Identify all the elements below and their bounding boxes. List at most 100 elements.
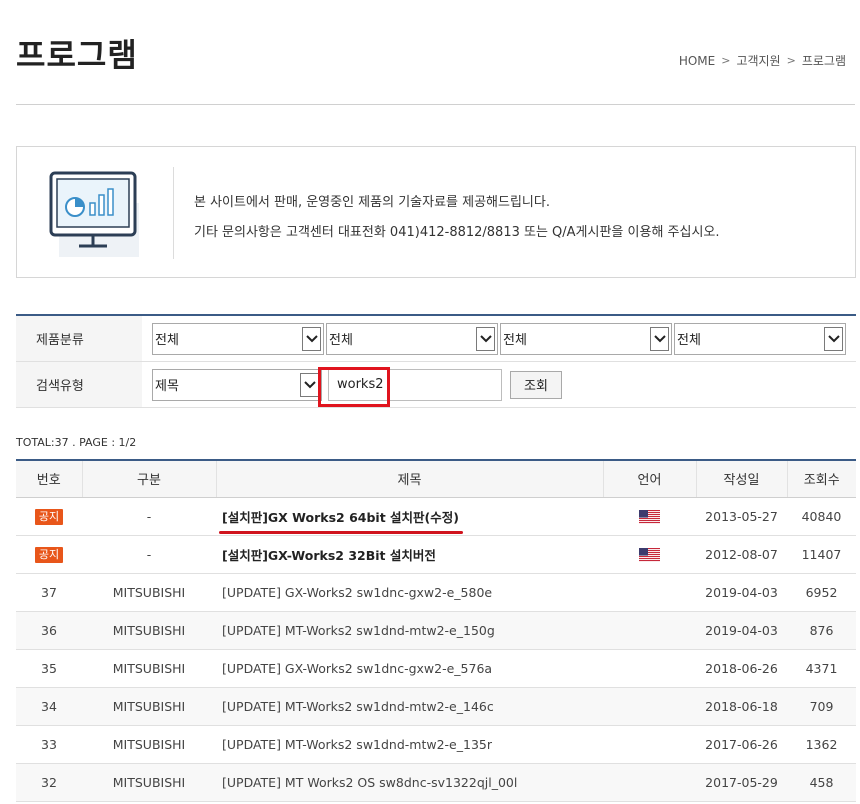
category-select-4[interactable]: 전체 (674, 322, 846, 355)
category-label: 제품분류 (16, 316, 142, 361)
cell-category: MITSUBISHI (82, 725, 216, 764)
category-select-1-value: 전체 (155, 333, 179, 348)
search-type-value: 제목 (155, 379, 179, 394)
cell-no: 공지 (16, 497, 82, 536)
header-category: 구분 (81, 460, 216, 498)
category-select-2-value: 전체 (329, 333, 353, 348)
cell-title-link[interactable]: [UPDATE] GX-Works2 sw1dnc-gxw2-e_580e (216, 573, 603, 612)
header-date: 작성일 (695, 460, 787, 498)
search-type-label: 검색유형 (16, 362, 142, 407)
row-number: 36 (41, 622, 57, 638)
cell-language (603, 497, 696, 536)
cell-title-link[interactable]: [UPDATE] MT-Works2 sw1dnd-mtw2-e_146c (216, 687, 603, 726)
cell-category: MITSUBISHI (82, 649, 216, 688)
category-select-1[interactable]: 전체 (152, 322, 324, 355)
header-title: 제목 (215, 460, 603, 498)
table-row[interactable]: 32 MITSUBISHI [UPDATE] MT Works2 OS sw8dnc… (16, 763, 856, 802)
table-row[interactable]: 34 MITSUBISHI [UPDATE] MT-Works2 sw1dnd-mt… (16, 687, 856, 726)
row-number: 34 (41, 698, 57, 714)
cell-language (603, 611, 696, 650)
table-row[interactable]: 37 MITSUBISHI [UPDATE] GX-Works2 sw1dnc-gx… (16, 573, 856, 612)
cell-title-link[interactable]: [UPDATE] MT-Works2 sw1dnd-mtw2-e_135r (216, 725, 603, 764)
breadcrumb-support[interactable]: 고객지원 (736, 52, 780, 69)
cell-no: 36 (16, 611, 82, 650)
cell-date: 2013-05-27 (696, 497, 787, 536)
cell-title-link[interactable]: [UPDATE] MT-Works2 sw1dnd-mtw2-e_150g (216, 611, 603, 650)
table-row[interactable]: 36 MITSUBISHI [UPDATE] MT-Works2 sw1dnd-mt… (16, 611, 856, 650)
row-number: 32 (41, 774, 57, 790)
header-views: 조회수 (786, 460, 856, 498)
row-number: 33 (41, 736, 57, 752)
cell-language (603, 573, 696, 612)
cell-category: - (82, 497, 216, 536)
info-text-line1: 본 사이트에서 판매, 운영중인 제품의 기술자료를 제공해드립니다. (194, 195, 550, 210)
cell-date: 2019-04-03 (696, 573, 787, 612)
search-type-row: 검색유형 제목 works2 조회 (16, 362, 856, 408)
chevron-down-icon[interactable] (300, 372, 319, 397)
cell-views: 1362 (787, 725, 856, 764)
table-row[interactable]: 33 MITSUBISHI [UPDATE] MT-Works2 sw1dnd-mt… (16, 725, 856, 764)
chevron-down-icon[interactable] (650, 326, 669, 351)
cell-no: 32 (16, 763, 82, 802)
table-row[interactable]: 35 MITSUBISHI [UPDATE] GX-Works2 sw1dnc-gx… (16, 649, 856, 688)
row-number: 35 (41, 660, 57, 676)
cell-category: MITSUBISHI (82, 687, 216, 726)
cell-language (603, 535, 696, 574)
monitor-chart-icon (45, 169, 145, 257)
cell-category: MITSUBISHI (82, 763, 216, 802)
cell-no: 33 (16, 725, 82, 764)
table-body: 공지 - [설치판]GX Works2 64bit 설치판(수정) 2013-05-2… (16, 497, 856, 802)
search-filter-panel: 제품분류 전체 전체 전체 전체 검색유형 제목 works2 조회 (16, 314, 856, 408)
cell-language (603, 725, 696, 764)
cell-views: 11407 (787, 535, 856, 574)
cell-date: 2012-08-07 (696, 535, 787, 574)
category-select-3[interactable]: 전체 (500, 322, 672, 355)
highlight-underline (219, 531, 463, 534)
cell-title-link[interactable]: [설치판]GX-Works2 32Bit 설치버전 (216, 535, 603, 574)
info-box: 본 사이트에서 판매, 운영중인 제품의 기술자료를 제공해드립니다. 기타 문… (16, 146, 856, 278)
category-select-3-value: 전체 (503, 333, 527, 348)
breadcrumb: HOME > 고객지원 > 프로그램 (679, 52, 846, 69)
breadcrumb-current[interactable]: 프로그램 (802, 52, 846, 69)
search-input[interactable]: works2 (318, 366, 502, 407)
program-table: 번호 구분 제목 언어 작성일 조회수 공지 - [설치판]GX Works2 64… (16, 459, 856, 802)
cell-views: 458 (787, 763, 856, 802)
cell-date: 2018-06-18 (696, 687, 787, 726)
category-select-2[interactable]: 전체 (326, 322, 498, 355)
title-divider (16, 104, 855, 105)
cell-title-link[interactable]: [UPDATE] MT Works2 OS sw8dnc-sv1322qjl_0… (216, 763, 603, 802)
breadcrumb-separator: > (721, 54, 731, 67)
us-flag-icon (639, 546, 660, 562)
cell-date: 2018-06-26 (696, 649, 787, 688)
category-select-4-value: 전체 (677, 333, 701, 348)
table-row[interactable]: 공지 - [설치판]GX Works2 64bit 설치판(수정) 2013-05-2… (16, 497, 856, 536)
cell-no: 공지 (16, 535, 82, 574)
cell-title-link[interactable]: [UPDATE] GX-Works2 sw1dnc-gxw2-e_576a (216, 649, 603, 688)
cell-views: 709 (787, 687, 856, 726)
cell-views: 6952 (787, 573, 856, 612)
notice-badge: 공지 (34, 546, 64, 563)
cell-views: 4371 (787, 649, 856, 688)
total-count: TOTAL:37 . PAGE : 1/2 (16, 436, 137, 449)
row-number: 37 (41, 584, 57, 600)
search-button[interactable]: 조회 (510, 370, 562, 399)
chevron-down-icon[interactable] (302, 326, 321, 351)
us-flag-icon (639, 508, 660, 524)
cell-date: 2019-04-03 (696, 611, 787, 650)
page-title: 프로그램 (16, 36, 138, 74)
cell-no: 34 (16, 687, 82, 726)
cell-category: MITSUBISHI (82, 573, 216, 612)
cell-language (603, 687, 696, 726)
breadcrumb-separator: > (786, 54, 796, 67)
chevron-down-icon[interactable] (476, 326, 495, 351)
breadcrumb-home[interactable]: HOME (679, 54, 715, 68)
table-header-row: 번호 구분 제목 언어 작성일 조회수 (16, 460, 856, 498)
cell-category: - (82, 535, 216, 574)
chevron-down-icon[interactable] (824, 326, 843, 351)
search-type-select[interactable]: 제목 (152, 368, 322, 401)
table-row[interactable]: 공지 - [설치판]GX-Works2 32Bit 설치버전 2012-08-07 11… (16, 535, 856, 574)
cell-views: 876 (787, 611, 856, 650)
cell-title-link[interactable]: [설치판]GX Works2 64bit 설치판(수정) (216, 497, 603, 536)
header-language: 언어 (602, 460, 696, 498)
cell-category: MITSUBISHI (82, 611, 216, 650)
